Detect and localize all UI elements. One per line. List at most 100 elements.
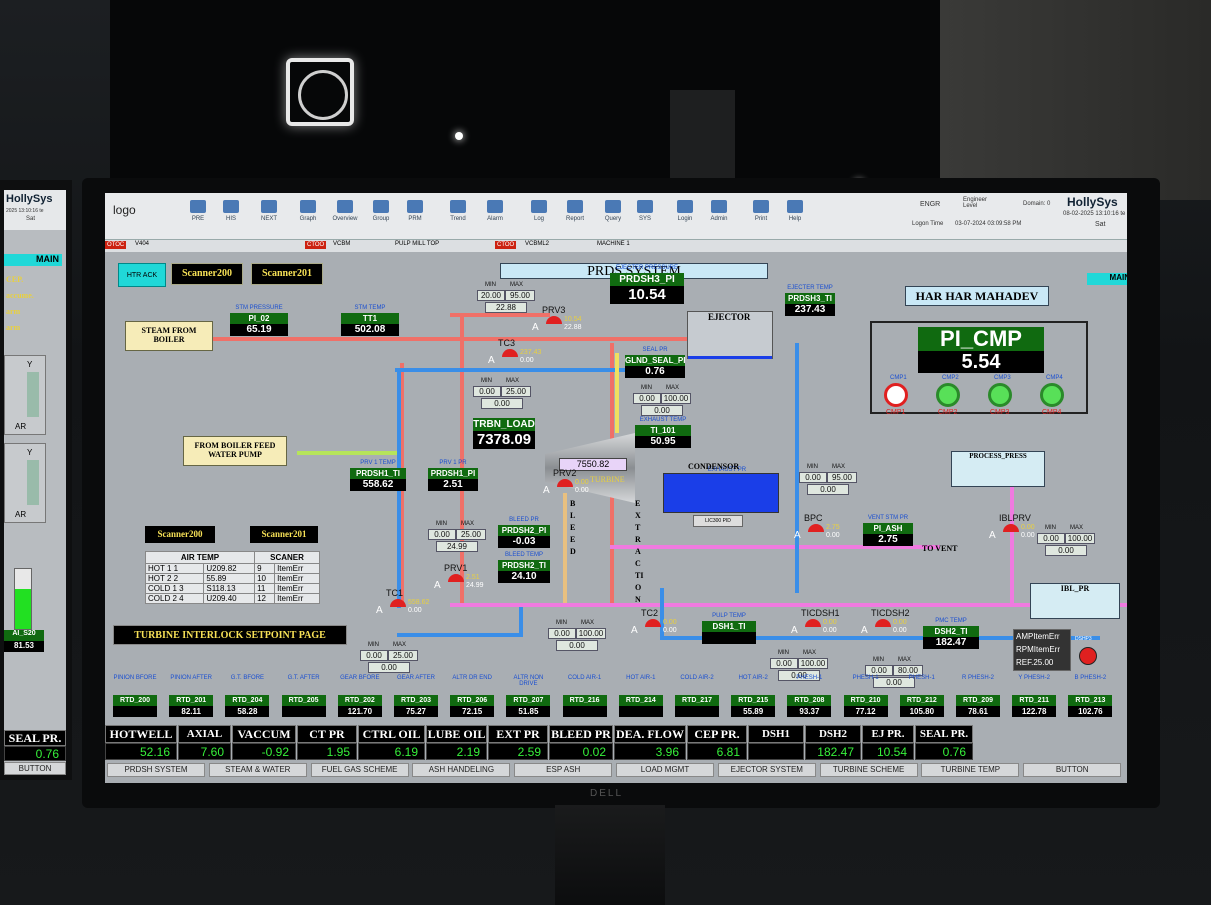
status-ribbon: OTOC V404 CTOO VCBM PULP MILL TOP CTOO V… [105,240,1127,252]
tc2-mode[interactable]: A [631,625,638,636]
min-value[interactable]: 0.00 [633,393,661,404]
prv3-valve-icon[interactable] [546,324,562,336]
hmi-screen: logo PRE HIS NEXT Graph Overview Group PRM Tren… [105,193,1127,783]
min-value[interactable]: 0.00 [360,650,388,661]
prv1-value: 2.51 [466,574,480,581]
tab-button[interactable]: BUTTON [1023,763,1122,777]
feed-water-pump-label: FROM BOILER FEED WATER PUMP [183,436,287,466]
compressor-4-icon[interactable] [1040,383,1064,407]
min-value[interactable]: 0.00 [428,529,456,540]
bpc-actuator-icon[interactable] [808,524,824,532]
rtd-tag: RTD_216 [562,695,607,706]
turbine-interlock-button[interactable]: TURBINE INTERLOCK SETPOINT PAGE [113,625,347,645]
dshp3-pump-icon[interactable] [1079,647,1097,665]
ticdsh2-actuator-icon[interactable] [875,619,891,627]
prv1-mode[interactable]: A [434,580,441,591]
max-value[interactable]: 100.00 [661,393,691,404]
tab-load-mgmt[interactable]: LOAD MGMT [616,763,714,777]
max-value[interactable]: 100.00 [576,628,606,639]
tc1-mode[interactable]: A [376,605,383,616]
toolbar-pre-button[interactable]: PRE [180,196,216,236]
scanner201-label: Scanner201 [250,526,318,543]
tab-turbine-scheme[interactable]: TURBINE SCHEME [819,763,918,777]
toolbar-graph-button[interactable]: Graph [290,196,326,236]
ribbon-otoc[interactable]: OTOC [105,241,127,249]
ribbon-ctoo[interactable]: CTOO [305,241,327,249]
ticdsh1-output: 0.00 [823,627,837,634]
toolbar-overview-button[interactable]: Overview [327,196,363,236]
min-value[interactable]: 0.00 [548,628,576,639]
toolbar-prm-button[interactable]: PRM [397,196,433,236]
toolbar-his-button[interactable]: HIS [213,196,249,236]
scanner201-button[interactable]: Scanner201 [251,263,323,285]
ej-pr--value: 10.54 [862,743,914,760]
main-button[interactable]: MAIN [1087,273,1127,285]
ticdsh2-mode[interactable]: A [861,625,868,636]
toolbar-print-button[interactable]: Print [743,196,779,236]
rtd-value: 51.85 [506,706,551,717]
tab-steam-water[interactable]: STEAM & WATER [208,763,307,777]
bpc-valve-icon[interactable] [808,532,824,544]
max-value[interactable]: 25.00 [501,386,531,397]
left-gauge-ar: AR [15,510,27,519]
ticdsh1-actuator-icon[interactable] [805,619,821,627]
toolbar-report-button[interactable]: Report [557,196,593,236]
htr-ack-button[interactable]: HTR ACK [118,263,166,287]
prv2-mode[interactable]: A [543,485,550,496]
tc2-actuator-icon[interactable] [645,619,661,627]
rtd-value [281,706,326,717]
max-value[interactable]: 95.00 [505,290,535,301]
rtd-tag: RTD_213 [1068,695,1113,706]
toolbar-trend-button[interactable]: Trend [440,196,476,236]
toolbar-log-button[interactable]: Log [521,196,557,236]
min-value[interactable]: 0.00 [799,472,827,483]
max-value[interactable]: 25.00 [456,529,486,540]
left-main-button[interactable]: MAIN [4,254,62,266]
left-button-tab[interactable]: BUTTON [4,762,66,775]
max-value[interactable]: 100.00 [1065,533,1095,544]
lic300-pid-button[interactable]: LIC300 PID [693,515,743,527]
toolbar-next-button[interactable]: NEXT [251,196,287,236]
compressor-3-icon[interactable] [988,383,1012,407]
table-cell: HOT 1 1 [144,563,205,574]
toolbar-alarm-button[interactable]: Alarm [477,196,513,236]
dea-flow-label: DEA. FLOW [614,725,686,743]
toolbar-admin-button[interactable]: Admin [701,196,737,236]
tc2-valve-icon[interactable] [645,627,661,639]
rtd-value [113,706,157,717]
ticdsh1-mode[interactable]: A [791,625,798,636]
left-level-bar [14,568,32,630]
scanner200-button[interactable]: Scanner200 [171,263,243,285]
max-value[interactable]: 100.00 [798,658,828,669]
tc3-mode[interactable]: A [488,355,495,366]
tc1-valve-icon[interactable] [390,607,406,619]
tab-fuel-gas-scheme[interactable]: FUEL GAS SCHEME [310,763,409,777]
ribbon-ctoo2[interactable]: CTOO [495,241,517,249]
prv3-actuator-icon[interactable] [546,316,562,324]
rtd-value: 75.27 [394,706,438,717]
tab-esp-ash[interactable]: ESP ASH [514,763,613,777]
toolbar-query-button[interactable]: Query [595,196,631,236]
iblprv-mode[interactable]: A [989,530,996,541]
prv3-mode[interactable]: A [532,322,539,333]
tab-turbine-temp[interactable]: TURBINE TEMP [921,763,1020,777]
toolbar-login-button[interactable]: Login [667,196,703,236]
hotwell-lvl-label: HOTWELL LVL [105,725,177,758]
tab-ejector-system[interactable]: EJECTOR SYSTEM [717,763,816,777]
compressor-2-icon[interactable] [936,383,960,407]
toolbar-help-button[interactable]: Help [777,196,813,236]
min-value[interactable]: 0.00 [1037,533,1065,544]
min-value[interactable]: 0.00 [473,386,501,397]
toolbar-sys-button[interactable]: SYS [627,196,663,236]
min-value[interactable]: 0.00 [770,658,798,669]
tab-ash-handeling[interactable]: ASH HANDELING [412,763,511,777]
tc3-actuator-icon[interactable] [502,349,518,357]
toolbar-group-button[interactable]: Group [363,196,399,236]
iblprv-actuator-icon[interactable] [1003,524,1019,532]
tab-prdsh-system[interactable]: PRDSH SYSTEM [107,763,205,777]
compressor-1-icon[interactable] [884,383,908,407]
min-value[interactable]: 20.00 [477,290,505,301]
max-value[interactable]: 25.00 [388,650,418,661]
bpc-mode[interactable]: A [794,530,801,541]
max-value[interactable]: 95.00 [827,472,857,483]
